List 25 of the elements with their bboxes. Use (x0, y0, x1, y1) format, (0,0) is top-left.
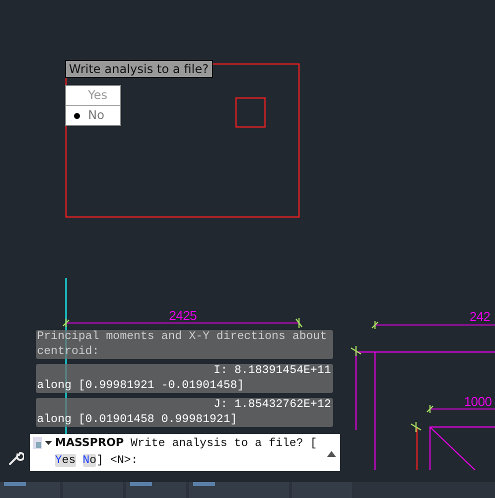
dimension-text: 242 (470, 309, 490, 324)
dimension-text: 1000 (464, 394, 492, 409)
wrench-icon[interactable] (8, 450, 24, 466)
dimension-text: 2425 (169, 308, 197, 323)
layout-tab[interactable] (0, 482, 60, 498)
scroll-up-icon[interactable] (327, 451, 336, 457)
history-text: Principal moments and X-Y directions about centroid: (37, 330, 328, 359)
tooltip: Write analysis to a file? (65, 60, 213, 78)
tick-icon (295, 317, 303, 329)
bullet-icon (74, 112, 80, 118)
command-input[interactable]: MASSPROP Write analysis to a file? [ Yes No] <N>: (55, 434, 325, 469)
tick-icon (350, 345, 362, 357)
tick-icon (410, 421, 422, 433)
square-shape (235, 97, 266, 128)
history-text: I: 8.18391454E+11 (212, 364, 332, 378)
menu-item[interactable]: No (66, 105, 120, 125)
command-icon[interactable] (33, 437, 53, 450)
command-option[interactable]: No (82, 454, 96, 467)
layout-tab[interactable] (126, 482, 186, 498)
layout-tab[interactable] (189, 482, 289, 498)
history-text: along [0.99981921 -0.01901458] (37, 378, 246, 393)
history-text: along [0.01901458 0.99981921] (37, 412, 238, 427)
history-text: J: 1.85432762E+12 (212, 398, 332, 412)
outline-line (416, 427, 418, 470)
command-option[interactable]: Yes (55, 454, 76, 467)
